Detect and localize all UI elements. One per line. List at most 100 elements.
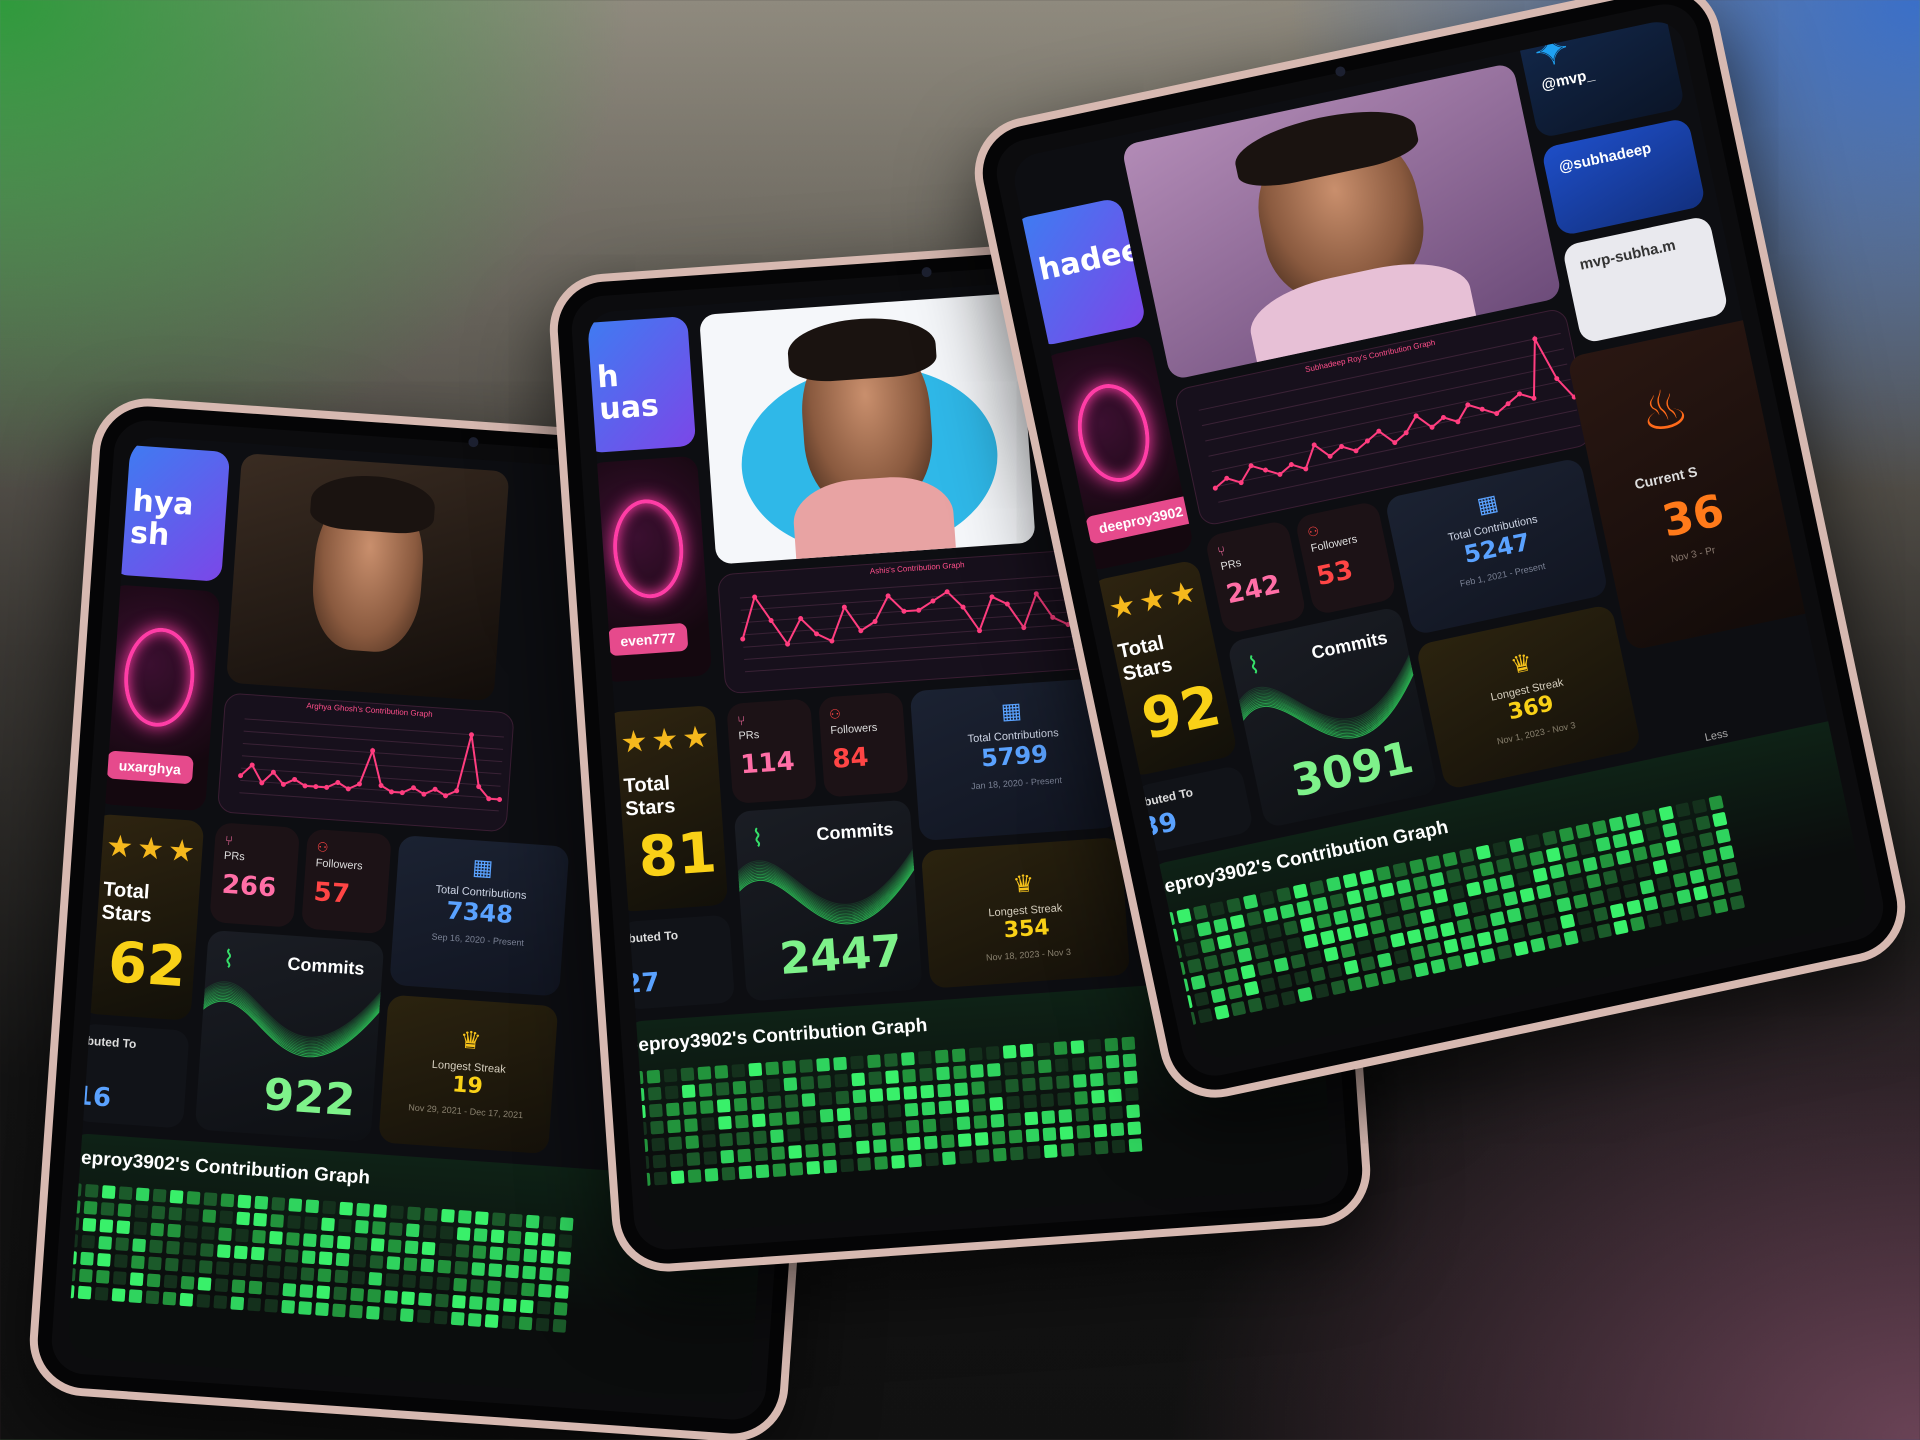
heatmap-cell: [975, 1148, 990, 1163]
heatmap-cell: [646, 1069, 661, 1084]
heatmap-cell: [1443, 938, 1459, 954]
heatmap-cell: [132, 1238, 147, 1253]
heatmap-cell: [1180, 1011, 1197, 1027]
grid-line: [744, 633, 1114, 661]
heatmap-cell: [940, 1134, 955, 1149]
heatmap-cell: [629, 1070, 644, 1085]
heatmap-cell: [334, 1269, 349, 1284]
heatmap-cell: [167, 1223, 182, 1238]
heatmap-cell: [1088, 1055, 1103, 1070]
heatmap-cell: [1186, 958, 1203, 974]
heatmap-cell: [682, 1101, 697, 1116]
heatmap-cell: [169, 1189, 184, 1204]
website-card[interactable]: mvp-subha.m: [1561, 215, 1730, 345]
heatmap-cell: [634, 1138, 649, 1153]
heatmap-cell: [1480, 947, 1496, 964]
total-range: Sep 16, 2020 - Present: [431, 931, 525, 948]
heatmap-cell: [1523, 904, 1539, 920]
heatmap-cell: [214, 1278, 229, 1293]
heatmap-cell: [1057, 1092, 1072, 1107]
heatmap-cell: [805, 1143, 820, 1158]
heatmap-cell: [1312, 896, 1329, 912]
heatmap-cell: [1492, 841, 1508, 857]
heatmap-cell: [401, 1291, 415, 1306]
heatmap-cell: [1593, 906, 1609, 922]
heatmap-cell: [1025, 1128, 1040, 1143]
stars-value: 81: [636, 820, 719, 891]
heatmap-cell: [972, 1098, 987, 1112]
heatmap-cell: [1026, 1145, 1041, 1160]
heatmap-cell: [1005, 1078, 1019, 1093]
contributed-to-card: ributed To 27: [619, 914, 736, 1010]
heatmap-cell: [1626, 899, 1642, 915]
heatmap-cell: [789, 1162, 804, 1176]
heatmap-cell: [1319, 929, 1336, 946]
linkedin-card[interactable]: @subhadeep: [1540, 117, 1707, 237]
heatmap-cell: [1595, 836, 1612, 852]
heatmap-cell: [1369, 919, 1386, 935]
heatmap-cell: [302, 1233, 317, 1248]
heatmap-cell: [233, 1245, 248, 1260]
heatmap-cell: [1327, 963, 1343, 979]
heatmap-cell: [300, 1267, 315, 1282]
heatmap-cell: [938, 1100, 953, 1115]
heatmap-cell: [733, 1097, 748, 1112]
heatmap-cell: [179, 1292, 194, 1307]
heatmap-cell: [1705, 865, 1722, 881]
heatmap-cell: [491, 1212, 506, 1227]
heatmap-cell: [1449, 884, 1465, 901]
heatmap-cell: [1342, 872, 1359, 889]
heatmap-cell: [1656, 875, 1672, 892]
total-stars-card: ★★★ Total Stars 81: [604, 705, 729, 913]
heatmap-cell: [1236, 947, 1253, 963]
heatmap-cell: [955, 1099, 970, 1114]
heatmap-cell: [833, 1056, 848, 1071]
heatmap-cell: [265, 1281, 280, 1296]
heatmap-cell: [1022, 1077, 1036, 1092]
github-card[interactable]: uxarghya: [95, 584, 221, 812]
twitter-card[interactable]: ✦ @mvp_: [1513, 16, 1686, 139]
heatmap-cell: [652, 1154, 667, 1169]
heatmap-cell: [1240, 964, 1256, 980]
heatmap-cell: [954, 1082, 969, 1097]
star-icon: ★★★: [1105, 574, 1204, 626]
heatmap-cell: [884, 1053, 898, 1068]
heatmap-cell: [1309, 879, 1325, 896]
heatmap-cell: [485, 1297, 500, 1312]
heatmap-cell: [991, 1130, 1006, 1145]
heatmap-cell: [423, 1207, 438, 1222]
heatmap-cell: [1622, 882, 1639, 899]
heatmap-cell: [1110, 1122, 1125, 1137]
heatmap-cell: [1509, 924, 1526, 940]
heatmap-cell: [451, 1294, 466, 1309]
heatmap-cell: [1306, 949, 1323, 966]
heatmap-cell: [1292, 883, 1309, 899]
contribution-line-graph: Arghya Ghosh's Contribution Graph: [216, 692, 515, 833]
name-card: hya sh: [111, 444, 231, 582]
heatmap-cell: [765, 1061, 780, 1076]
heatmap-cell: [1665, 838, 1682, 855]
heatmap-cell: [903, 1085, 918, 1100]
heatmap-cell: [369, 1254, 384, 1269]
heatmap-cell: [1409, 858, 1425, 875]
heatmap-cell: [558, 1234, 573, 1248]
github-card[interactable]: even777: [587, 455, 713, 683]
heatmap-cell: [520, 1282, 535, 1297]
heatmap-cell: [1565, 860, 1582, 876]
name-line: sh: [129, 514, 171, 553]
heatmap-cell: [384, 1290, 399, 1304]
heatmap-cell: [1194, 991, 1210, 1007]
heatmap-cell: [1460, 934, 1476, 951]
commits-card: ⌇ Commits 922: [194, 929, 385, 1142]
heatmap-cell: [1386, 915, 1402, 932]
heatmap-cell: [1513, 940, 1529, 957]
pull-request-icon: ⑂: [224, 832, 234, 849]
heatmap-grid: [66, 1182, 574, 1333]
heatmap-cell: [1489, 911, 1506, 927]
heatmap-cell: [1722, 861, 1739, 878]
heatmap-cell: [1356, 939, 1373, 955]
heatmap-cell: [166, 1240, 180, 1255]
heatmap-cell: [857, 1157, 872, 1172]
heatmap-cell: [1580, 926, 1596, 943]
heatmap-cell: [1159, 911, 1176, 928]
